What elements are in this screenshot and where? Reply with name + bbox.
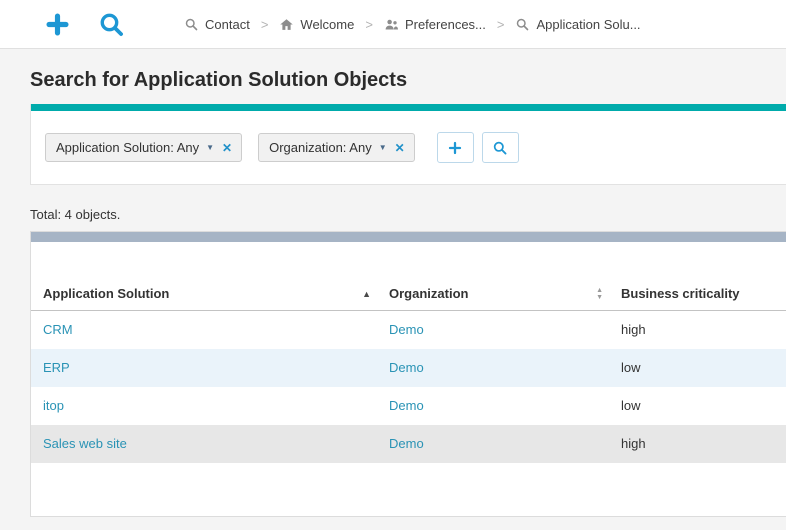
remove-filter-icon[interactable]: ✕ bbox=[395, 141, 405, 155]
column-header-application-solution[interactable]: Application Solution ▲ bbox=[31, 286, 377, 311]
new-object-button[interactable] bbox=[40, 7, 74, 41]
table-row: CRM Demo high bbox=[31, 311, 786, 349]
cell-organization: Demo bbox=[377, 349, 609, 387]
chevron-down-icon[interactable]: ▼ bbox=[379, 143, 387, 152]
search-icon bbox=[184, 17, 199, 32]
cell-application-solution: CRM bbox=[31, 311, 377, 349]
cell-application-solution: Sales web site bbox=[31, 425, 377, 463]
cell-business-criticality: low bbox=[609, 387, 786, 425]
sort-ascending-icon: ▲ bbox=[362, 289, 371, 299]
column-label: Organization bbox=[389, 286, 468, 301]
global-search-button[interactable] bbox=[94, 7, 128, 41]
remove-filter-icon[interactable]: ✕ bbox=[222, 141, 232, 155]
user-preferences-icon bbox=[384, 17, 399, 32]
table-header-row: Application Solution ▲ Organization ▲ ▼ bbox=[31, 286, 786, 311]
page-title: Search for Application Solution Objects bbox=[30, 69, 786, 92]
cell-application-solution: ERP bbox=[31, 349, 377, 387]
column-label: Business criticality bbox=[621, 286, 740, 301]
breadcrumb-item-welcome[interactable]: Welcome bbox=[279, 17, 354, 32]
organization-link[interactable]: Demo bbox=[389, 398, 424, 413]
cell-organization: Demo bbox=[377, 311, 609, 349]
home-icon bbox=[279, 17, 294, 32]
filter-bar: Application Solution: Any ▼ ✕ Organizati… bbox=[31, 111, 786, 184]
breadcrumb-label: Application Solu... bbox=[536, 17, 640, 32]
page-content: Search for Application Solution Objects … bbox=[0, 49, 786, 530]
column-label: Application Solution bbox=[43, 286, 169, 301]
organization-link[interactable]: Demo bbox=[389, 322, 424, 337]
app-window: Contact > Welcome > Preferences... > bbox=[0, 0, 786, 530]
results-panel: Application Solution ▲ Organization ▲ ▼ bbox=[30, 231, 786, 517]
results-table: Application Solution ▲ Organization ▲ ▼ bbox=[31, 286, 786, 463]
application-solution-link[interactable]: ERP bbox=[43, 360, 70, 375]
table-row: itop Demo low bbox=[31, 387, 786, 425]
column-header-business-criticality[interactable]: Business criticality bbox=[609, 286, 786, 311]
search-panel-accent-bar bbox=[31, 104, 786, 111]
run-search-button[interactable] bbox=[482, 132, 519, 163]
organization-link[interactable]: Demo bbox=[389, 436, 424, 451]
plus-icon bbox=[44, 11, 71, 38]
breadcrumb: Contact > Welcome > Preferences... > bbox=[184, 17, 641, 32]
cell-organization: Demo bbox=[377, 425, 609, 463]
application-solution-link[interactable]: CRM bbox=[43, 322, 73, 337]
breadcrumb-item-application-solution[interactable]: Application Solu... bbox=[515, 17, 640, 32]
cell-organization: Demo bbox=[377, 387, 609, 425]
cell-application-solution: itop bbox=[31, 387, 377, 425]
chevron-down-icon[interactable]: ▼ bbox=[206, 143, 214, 152]
organization-link[interactable]: Demo bbox=[389, 360, 424, 375]
column-header-organization[interactable]: Organization ▲ ▼ bbox=[377, 286, 609, 311]
breadcrumb-label: Contact bbox=[205, 17, 250, 32]
search-panel: Application Solution: Any ▼ ✕ Organizati… bbox=[30, 104, 786, 185]
cell-business-criticality: high bbox=[609, 311, 786, 349]
table-row: ERP Demo low bbox=[31, 349, 786, 387]
sort-icon: ▲ ▼ bbox=[596, 287, 603, 301]
filter-chip-application-solution[interactable]: Application Solution: Any ▼ ✕ bbox=[45, 133, 242, 162]
results-total: Total: 4 objects. bbox=[30, 207, 786, 222]
chevron-right-icon: > bbox=[497, 17, 505, 32]
search-icon bbox=[492, 140, 508, 156]
filter-chip-organization[interactable]: Organization: Any ▼ ✕ bbox=[258, 133, 415, 162]
filter-label: Organization: Any bbox=[269, 140, 372, 155]
filter-label: Application Solution: Any bbox=[56, 140, 199, 155]
add-criterion-button[interactable] bbox=[437, 132, 474, 163]
chevron-right-icon: > bbox=[261, 17, 269, 32]
cell-business-criticality: low bbox=[609, 349, 786, 387]
application-solution-link[interactable]: itop bbox=[43, 398, 64, 413]
results-panel-header-bar bbox=[31, 232, 786, 242]
application-solution-link[interactable]: Sales web site bbox=[43, 436, 127, 451]
chevron-right-icon: > bbox=[365, 17, 373, 32]
plus-icon bbox=[447, 140, 463, 156]
breadcrumb-item-contact[interactable]: Contact bbox=[184, 17, 250, 32]
breadcrumb-label: Welcome bbox=[300, 17, 354, 32]
breadcrumb-label: Preferences... bbox=[405, 17, 486, 32]
table-row: Sales web site Demo high bbox=[31, 425, 786, 463]
global-toolbar: Contact > Welcome > Preferences... > bbox=[0, 0, 786, 49]
cell-business-criticality: high bbox=[609, 425, 786, 463]
breadcrumb-item-preferences[interactable]: Preferences... bbox=[384, 17, 486, 32]
search-icon bbox=[515, 17, 530, 32]
search-icon bbox=[98, 11, 125, 38]
